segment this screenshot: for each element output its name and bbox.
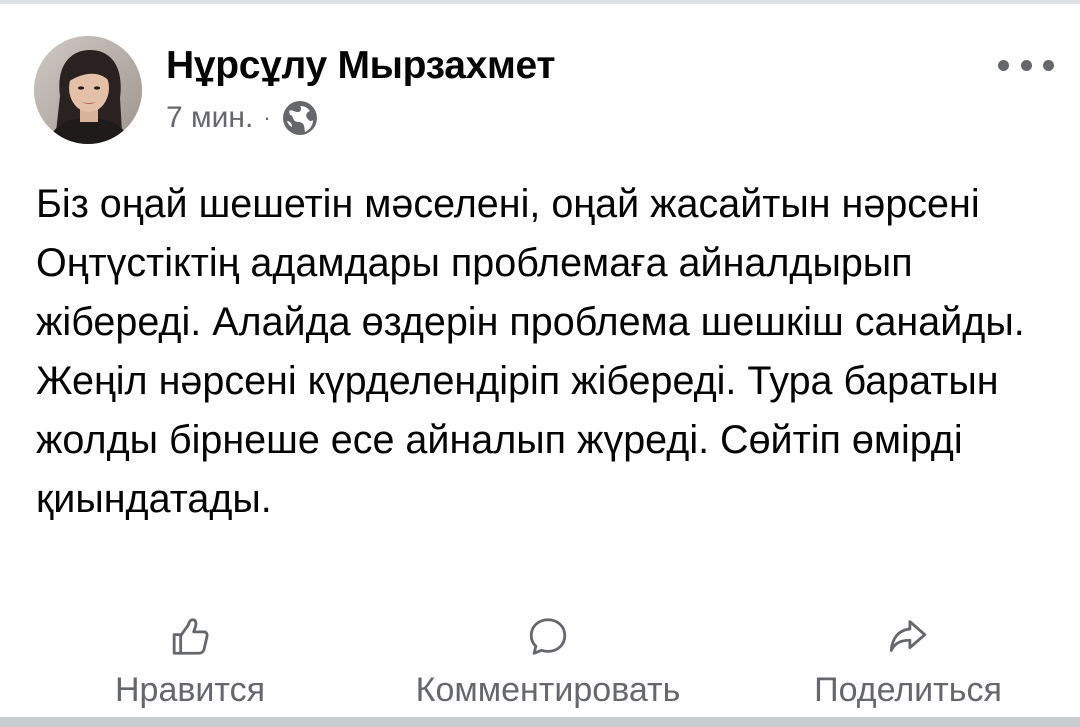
share-icon — [889, 620, 927, 652]
user-photo-icon — [34, 36, 142, 144]
thumbs-up-icon — [172, 618, 209, 655]
more-options-button[interactable] — [998, 50, 1054, 80]
feed-post: Нұрсұлу Мырзахмет 7 мин. · Біз оңай шеше… — [0, 4, 1080, 715]
comment-label: Комментировать — [415, 671, 681, 709]
more-dot-icon — [998, 59, 1009, 71]
more-dot-icon — [1020, 59, 1032, 71]
post-time[interactable]: 7 мин. — [166, 101, 253, 135]
post-actions: Нравится Комментировать Поделиться — [0, 610, 1080, 710]
author-name[interactable]: Нұрсұлу Мырзахмет — [166, 44, 556, 88]
comment-icon — [529, 618, 567, 655]
post-header: Нұрсұлу Мырзахмет 7 мин. · — [34, 36, 1054, 148]
post-meta: 7 мин. · — [166, 98, 319, 138]
like-label: Нравится — [114, 671, 266, 709]
more-dot-icon — [1043, 59, 1054, 71]
like-button[interactable]: Нравится — [100, 610, 280, 710]
share-button[interactable]: Поделиться — [790, 610, 1026, 710]
meta-separator: · — [263, 105, 271, 130]
comment-button[interactable]: Комментировать — [380, 610, 716, 710]
bottom-divider — [0, 717, 1080, 727]
globe-icon[interactable] — [281, 99, 319, 137]
avatar[interactable] — [34, 36, 142, 144]
share-label: Поделиться — [814, 671, 1002, 709]
post-text: Біз оңай шешетін мәселені, оңай жасайтын… — [36, 182, 1025, 521]
